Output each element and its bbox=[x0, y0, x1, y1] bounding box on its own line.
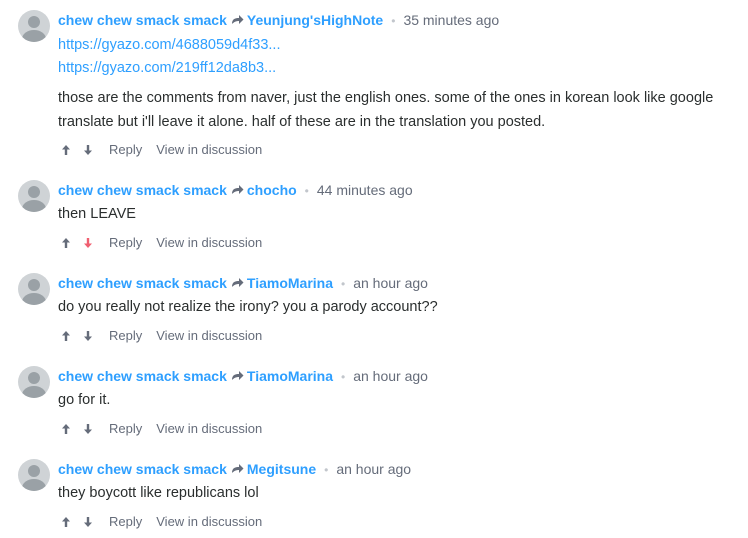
arrow-up-icon[interactable] bbox=[59, 327, 73, 345]
arrow-down-icon[interactable] bbox=[81, 513, 95, 531]
avatar[interactable] bbox=[18, 273, 50, 305]
reply-button[interactable]: Reply bbox=[109, 235, 142, 250]
separator-dot: • bbox=[341, 277, 346, 291]
view-in-discussion-link[interactable]: View in discussion bbox=[156, 235, 262, 250]
comment-header: chew chew smack smack Yeunjung'sHighNote •… bbox=[58, 9, 499, 31]
comment-actions: Reply View in discussion bbox=[58, 234, 262, 252]
avatar-shoulders bbox=[22, 30, 46, 42]
avatar[interactable] bbox=[18, 180, 50, 212]
comment-header: chew chew smack smack TiamoMarina • an hour… bbox=[58, 365, 428, 387]
avatar-shoulders bbox=[22, 200, 46, 212]
comment-body-text: translate but i'll leave it alone. half … bbox=[58, 114, 546, 130]
comment-actions: Reply View in discussion bbox=[58, 513, 262, 531]
timestamp[interactable]: 44 minutes ago bbox=[317, 182, 413, 198]
comment-actions: Reply View in discussion bbox=[58, 327, 262, 345]
view-in-discussion-link[interactable]: View in discussion bbox=[156, 421, 262, 436]
arrow-up-icon[interactable] bbox=[59, 420, 73, 438]
timestamp[interactable]: an hour ago bbox=[353, 275, 428, 291]
avatar[interactable] bbox=[18, 366, 50, 398]
avatar[interactable] bbox=[18, 10, 50, 42]
reply-to-link[interactable]: Megitsune bbox=[247, 461, 316, 477]
default-avatar-icon bbox=[28, 465, 40, 477]
arrow-up-icon[interactable] bbox=[59, 234, 73, 252]
author-link[interactable]: chew chew smack smack bbox=[58, 368, 227, 384]
author-link[interactable]: chew chew smack smack bbox=[58, 12, 227, 28]
avatar[interactable] bbox=[18, 459, 50, 491]
comment-header: chew chew smack smack chocho • 44 minutes a… bbox=[58, 179, 413, 201]
separator-dot: • bbox=[341, 370, 346, 384]
author-link[interactable]: chew chew smack smack bbox=[58, 182, 227, 198]
comment-header: chew chew smack smack Megitsune • an hour a… bbox=[58, 458, 411, 480]
comment-body-text: go for it. bbox=[58, 392, 111, 408]
comment-body-text: those are the comments from naver, just … bbox=[58, 90, 714, 106]
comment-body-text: then LEAVE bbox=[58, 206, 136, 222]
reply-to-link[interactable]: chocho bbox=[247, 182, 297, 198]
comment-body-link: https://gyazo.com/4688059d4f33... bbox=[58, 35, 280, 55]
reply-button[interactable]: Reply bbox=[109, 142, 142, 157]
comment-body-text: do you really not realize the irony? you… bbox=[58, 299, 438, 315]
gyazo-link[interactable]: https://gyazo.com/4688059d4f33... bbox=[58, 37, 280, 53]
author-link[interactable]: chew chew smack smack bbox=[58, 461, 227, 477]
default-avatar-icon bbox=[28, 372, 40, 384]
comment-actions: Reply View in discussion bbox=[58, 420, 262, 438]
separator-dot: • bbox=[391, 14, 396, 28]
arrow-up-icon[interactable] bbox=[59, 141, 73, 159]
share-arrow-icon bbox=[231, 9, 244, 31]
default-avatar-icon bbox=[28, 279, 40, 291]
avatar-shoulders bbox=[22, 293, 46, 305]
timestamp[interactable]: an hour ago bbox=[353, 368, 428, 384]
reply-button[interactable]: Reply bbox=[109, 328, 142, 343]
share-arrow-icon bbox=[231, 179, 244, 201]
timestamp[interactable]: 35 minutes ago bbox=[403, 12, 499, 28]
default-avatar-icon bbox=[28, 186, 40, 198]
reply-to-link[interactable]: TiamoMarina bbox=[247, 368, 333, 384]
timestamp[interactable]: an hour ago bbox=[336, 461, 411, 477]
share-arrow-icon bbox=[231, 272, 244, 294]
avatar-shoulders bbox=[22, 479, 46, 491]
avatar-shoulders bbox=[22, 386, 46, 398]
view-in-discussion-link[interactable]: View in discussion bbox=[156, 328, 262, 343]
arrow-down-icon[interactable] bbox=[81, 141, 95, 159]
reply-to-link[interactable]: TiamoMarina bbox=[247, 275, 333, 291]
reply-button[interactable]: Reply bbox=[109, 421, 142, 436]
default-avatar-icon bbox=[28, 16, 40, 28]
author-link[interactable]: chew chew smack smack bbox=[58, 275, 227, 291]
comment-body-link: https://gyazo.com/219ff12da8b3... bbox=[58, 58, 276, 78]
separator-dot: • bbox=[304, 184, 309, 198]
arrow-up-icon[interactable] bbox=[59, 513, 73, 531]
reply-button[interactable]: Reply bbox=[109, 514, 142, 529]
share-arrow-icon bbox=[231, 458, 244, 480]
arrow-down-icon[interactable] bbox=[81, 327, 95, 345]
share-arrow-icon bbox=[231, 365, 244, 387]
comment-header: chew chew smack smack TiamoMarina • an hour… bbox=[58, 272, 428, 294]
comment-body-text: they boycott like republicans lol bbox=[58, 485, 259, 501]
gyazo-link[interactable]: https://gyazo.com/219ff12da8b3... bbox=[58, 60, 276, 76]
arrow-down-icon[interactable] bbox=[81, 234, 95, 252]
separator-dot: • bbox=[324, 463, 329, 477]
reply-to-link[interactable]: Yeunjung'sHighNote bbox=[247, 12, 383, 28]
arrow-down-icon[interactable] bbox=[81, 420, 95, 438]
view-in-discussion-link[interactable]: View in discussion bbox=[156, 514, 262, 529]
comment-actions: Reply View in discussion bbox=[58, 141, 262, 159]
view-in-discussion-link[interactable]: View in discussion bbox=[156, 142, 262, 157]
